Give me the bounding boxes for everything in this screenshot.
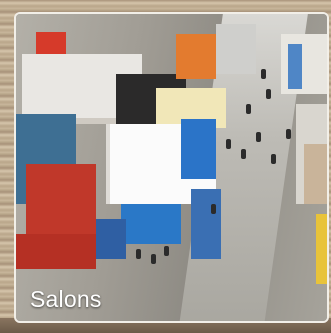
visitor [211,204,216,214]
visitor [271,154,276,164]
booth-blue-panel [181,119,216,179]
visitor [241,149,246,159]
visitor [266,89,271,99]
visitor [164,246,169,256]
visitor [261,69,266,79]
booth-grey-far [216,24,256,74]
booth-blue-stand [96,219,126,259]
booth-blue-counter [121,204,181,244]
card-title: Salons [30,286,102,312]
visitor [136,249,141,259]
visitor [286,129,291,139]
booth-right-tan [304,144,327,204]
visitor [246,104,251,114]
booth-yellow-edge [316,214,327,284]
booth-orange [176,34,216,79]
visitor [151,254,156,264]
salons-photo-card[interactable]: Salons [14,12,329,323]
booth-red-sign [36,32,66,54]
booth-red-carpet [16,234,96,269]
visitor [256,132,261,142]
visitor [226,139,231,149]
salons-card-link[interactable]: Salons [16,14,327,321]
booth-blue-pillar [191,189,221,259]
booth-blue-banner [288,44,302,89]
